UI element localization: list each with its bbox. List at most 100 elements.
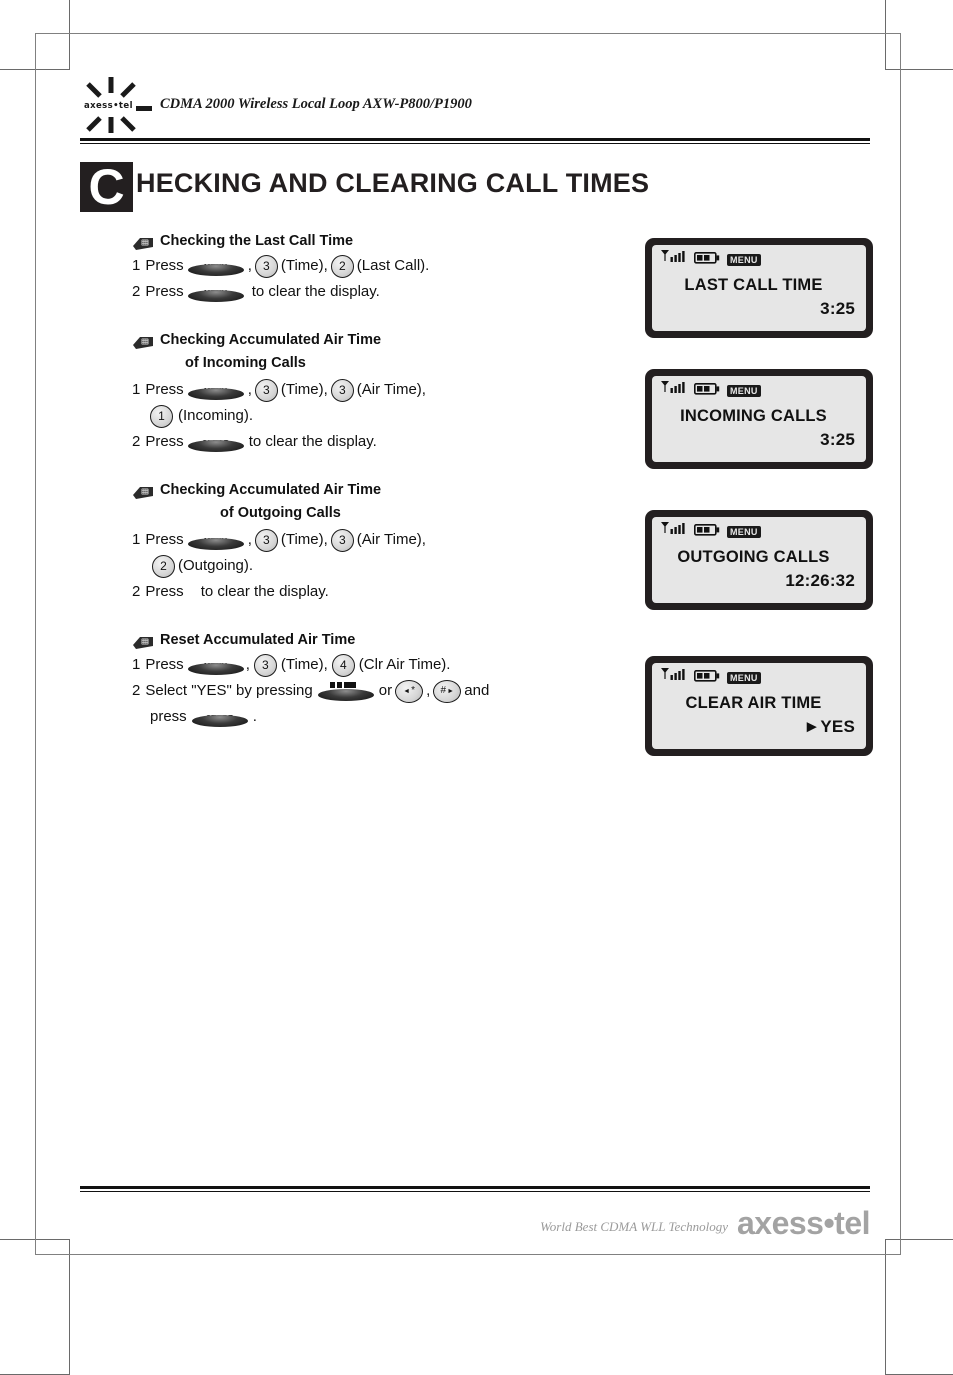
navigation-softkey[interactable] [317, 680, 374, 702]
numeric-key-3[interactable]: 3 [330, 378, 354, 402]
lcd-display-last-call-time: MENU LAST CALL TIME 3:25 [645, 238, 873, 338]
numeric-key-3[interactable]: 3 [253, 653, 277, 677]
step-row-continuation: press STORE . [150, 704, 562, 730]
hash-right-key[interactable]: # ► [433, 679, 462, 703]
signal-bars-icon [661, 250, 687, 269]
logo-dash [136, 106, 152, 111]
numeric-key-1[interactable]: 1 [150, 404, 173, 428]
numeric-key-3[interactable]: 3 [254, 378, 278, 402]
section-checking-last-call-time: Checking the Last Call Time 1 Press MENU… [132, 232, 562, 305]
footer-tagline: World Best CDMA WLL Technology [540, 1219, 728, 1234]
lcd-screen: MENU OUTGOING CALLS 12:26:32 [652, 517, 866, 603]
instructions-column: Checking the Last Call Time 1 Press MENU… [132, 232, 562, 730]
numeric-key-3[interactable]: 3 [254, 254, 278, 278]
lcd-status-bar: MENU [661, 522, 857, 541]
lcd-value-line: 3:25 [820, 299, 855, 318]
step-press-label: Press [145, 381, 184, 398]
step-row-continuation: 1 (Incoming). [150, 403, 562, 429]
lcd-title-line: LAST CALL TIME [684, 276, 823, 294]
numeric-key-3[interactable]: 3 [254, 528, 278, 552]
desk-phone-icon [132, 234, 154, 251]
signal-bars-icon [661, 381, 687, 400]
step-text: (Clr Air Time). [358, 656, 451, 673]
section-header: Reset Accumulated Air Time [132, 631, 562, 650]
crop-mark-bottom-left [0, 1239, 70, 1375]
step-row: 1 Press MENU , 3 (Time), 3 (Air Time), [132, 527, 562, 553]
section-header: Checking Accumulated Air Time [132, 481, 562, 500]
numeric-key-2[interactable]: 2 [152, 554, 175, 578]
step-row: 1 Press MENU , 3 (Time), 2 (Last Call). [132, 253, 562, 279]
numeric-key-3[interactable]: 3 [330, 528, 354, 552]
step-press-label: Press [145, 433, 184, 450]
lcd-title-line: INCOMING CALLS [680, 407, 827, 425]
lcd-value-line: 12:26:32 [785, 571, 855, 590]
lcd-display-outgoing-calls: MENU OUTGOING CALLS 12:26:32 [645, 510, 873, 610]
signal-bars-icon [661, 522, 687, 541]
step-text: to clear the display. [251, 283, 380, 300]
section-title: Checking Accumulated Air Time [160, 482, 382, 498]
step-row: 1 Press MENU , 3 (Time), 3 (Air Time), [132, 377, 562, 403]
signal-bars-icon [661, 668, 687, 687]
lcd-screen: MENU LAST CALL TIME 3:25 [652, 245, 866, 331]
step-text-comma: , [426, 682, 431, 699]
desk-phone-icon [132, 333, 154, 350]
step-number: 2 [132, 283, 141, 300]
menu-softkey[interactable]: MENU [187, 379, 244, 401]
page-footer: World Best CDMA WLL Technology axess•tel [80, 1200, 870, 1240]
step-number: 1 [132, 656, 141, 673]
footer-logo: axess•tel [736, 1205, 871, 1241]
chapter-dropcap: C [80, 162, 133, 212]
desk-phone-icon [132, 483, 154, 500]
step-row: 2 Select "YES" by pressing or ◄ * , # ► an… [132, 678, 562, 704]
numeric-key-2[interactable]: 2 [330, 254, 354, 278]
step-row-continuation: 2 (Outgoing). [152, 553, 562, 579]
step-number: 1 [132, 531, 141, 548]
section-title: Reset Accumulated Air Time [160, 632, 356, 648]
step-text: (Time), [280, 531, 328, 548]
axesstel-wordmark: axess•tel [82, 100, 135, 112]
step-press-label: Press [145, 283, 184, 300]
step-text: (Time), [280, 656, 328, 673]
step-text: (Time), [280, 257, 328, 274]
step-press-label: press [150, 708, 187, 725]
lcd-status-bar: MENU [661, 250, 857, 269]
step-text: (Last Call). [356, 257, 430, 274]
step-text: and [464, 682, 490, 699]
page-title: HECKING AND CLEARING CALL TIMES [136, 168, 650, 198]
numeric-key-4[interactable]: 4 [331, 653, 355, 677]
menu-indicator-badge: MENU [727, 525, 761, 538]
page-header: axess•tel CDMA 2000 Wireless Local Loop … [80, 76, 870, 134]
store-softkey[interactable]: STORE [191, 706, 248, 728]
clear-softkey[interactable]: CLEAR [187, 431, 244, 453]
step-press-label: Press [145, 257, 184, 274]
menu-indicator-badge: MENU [727, 384, 761, 397]
step-row: 2 Press to clear the display. [132, 579, 562, 605]
step-number: 2 [132, 583, 141, 600]
battery-icon [694, 382, 720, 400]
menu-softkey[interactable]: MENU [187, 281, 244, 303]
section-header: Checking Accumulated Air Time [132, 331, 562, 350]
battery-icon [694, 523, 720, 541]
battery-icon [694, 251, 720, 269]
section-outgoing-air-time: Checking Accumulated Air Time of Outgoin… [132, 481, 562, 605]
step-row: 2 Press CLEAR to clear the display. [132, 429, 562, 455]
lcd-display-clear-air-time: MENU CLEAR AIR TIME ►YES [645, 656, 873, 756]
menu-softkey[interactable]: MENU [187, 255, 244, 277]
menu-indicator-badge: MENU [727, 671, 761, 684]
menu-softkey[interactable]: MENU [187, 529, 244, 551]
section-subtitle: of Incoming Calls [185, 355, 306, 371]
star-left-key[interactable]: ◄ * [395, 679, 424, 703]
step-press-label: Press [145, 583, 184, 600]
section-title: Checking the Last Call Time [160, 233, 354, 249]
step-text: (Time), [280, 381, 328, 398]
section-header: Checking the Last Call Time [132, 232, 562, 251]
lcd-screen: MENU CLEAR AIR TIME ►YES [652, 663, 866, 749]
step-text: to clear the display. [248, 433, 377, 450]
step-number: 1 [132, 381, 141, 398]
menu-softkey[interactable]: MENU [187, 654, 244, 676]
step-text: . [252, 708, 257, 725]
document-model-title: CDMA 2000 Wireless Local Loop AXW-P800/P… [160, 96, 472, 112]
lcd-screen: MENU INCOMING CALLS 3:25 [652, 376, 866, 462]
step-row: 1 Press MENU , 3 (Time), 4 (Clr Air Time… [132, 652, 562, 678]
step-text: , [247, 257, 252, 274]
